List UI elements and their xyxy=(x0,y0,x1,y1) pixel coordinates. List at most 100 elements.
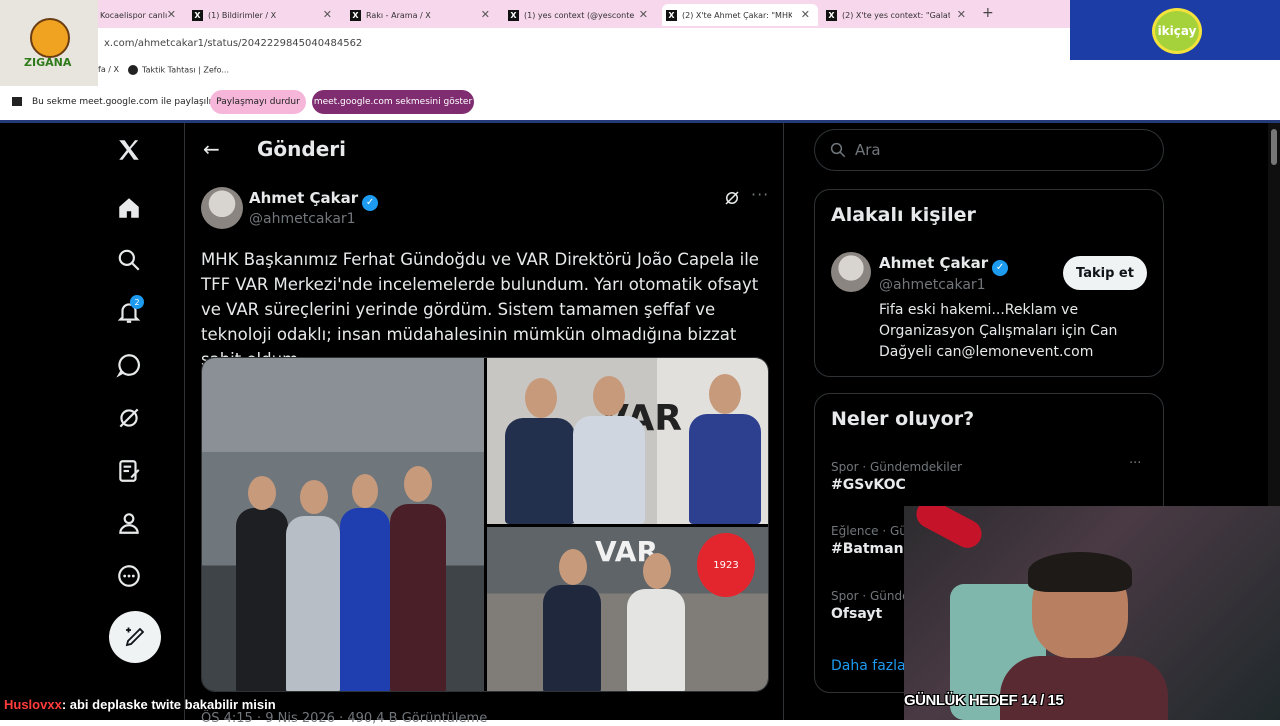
close-icon[interactable]: ✕ xyxy=(957,8,966,21)
bookmark-icon xyxy=(128,65,138,75)
screen-share-icon xyxy=(12,97,22,106)
daily-goal-text: GÜNLÜK HEDEF 14 / 15 xyxy=(904,692,1064,709)
avatar[interactable] xyxy=(201,187,243,229)
more-options-icon[interactable]: ··· xyxy=(1129,456,1141,471)
microphone xyxy=(911,506,987,553)
related-user-bio: Fifa eski hakemi...Reklam ve Organizasyo… xyxy=(879,302,1118,360)
messages-icon[interactable] xyxy=(116,352,142,378)
more-icon[interactable] xyxy=(116,563,142,589)
panel-title: Neler oluyor? xyxy=(831,408,975,430)
post-timestamp[interactable]: ÖS 4:15 · 9 Nis 2026 · 490,4 B Görüntüle… xyxy=(201,711,487,726)
grok-icon[interactable] xyxy=(723,189,741,207)
follow-button[interactable]: Takip et xyxy=(1063,256,1147,290)
streamer-hair xyxy=(1028,552,1132,592)
x-logo-icon: X xyxy=(826,9,837,21)
more-options-icon[interactable]: ··· xyxy=(751,185,769,204)
tff-logo-text: 1923 xyxy=(713,559,739,571)
scrollbar-thumb[interactable] xyxy=(1271,129,1277,165)
trend-name: #Batman xyxy=(831,541,904,557)
search-placeholder: Ara xyxy=(855,141,881,159)
trend-item[interactable]: Spor · Günde Ofsayt xyxy=(831,589,909,622)
search-icon[interactable] xyxy=(116,247,142,273)
tab-label: Kocaelispor canlı xyxy=(100,10,168,20)
new-tab-button[interactable]: + xyxy=(982,5,994,21)
x-logo-icon: X xyxy=(666,9,677,21)
tab-label: (1) Bildirimler / X xyxy=(208,10,277,20)
sponsor-logo: ikiçay xyxy=(1070,0,1280,62)
verified-badge-icon: ✓ xyxy=(362,195,379,211)
trend-category: Spor · Günde xyxy=(831,589,910,603)
author-name-text: Ahmet Çakar xyxy=(249,189,359,207)
related-user-name-text: Ahmet Çakar xyxy=(879,254,989,272)
trend-item[interactable]: Eğlence · Gün #Batman xyxy=(831,524,914,557)
tab-yes-context-galatasaray[interactable]: X (2) X'te yes context: "Galatasaray ✕ xyxy=(822,4,974,26)
search-input[interactable]: Ara xyxy=(814,129,1164,171)
chat-text: : abi deplaske twite bakabilir misin xyxy=(61,697,276,712)
sharing-notice: Bu sekme meet.google.com ile paylaşılıyo… xyxy=(12,97,226,107)
tab-yes-context[interactable]: X (1) yes context (@yescontextfb) ✕ xyxy=(504,4,656,26)
profile-icon[interactable] xyxy=(116,510,142,536)
post-photo-3[interactable]: VAR 1923 xyxy=(487,527,768,691)
post-photos[interactable]: VAR VAR 1923 xyxy=(201,357,769,692)
post-photo-1[interactable] xyxy=(202,358,484,691)
webcam-overlay xyxy=(904,506,1280,720)
close-icon[interactable]: ✕ xyxy=(481,8,490,21)
tab-label: (2) X'te yes context: "Galatasaray xyxy=(842,10,950,20)
tab-sharing-bar: Bu sekme meet.google.com ile paylaşılıyo… xyxy=(0,86,1280,120)
lists-icon[interactable] xyxy=(116,458,142,484)
tab-notifications[interactable]: X (1) Bildirimler / X ✕ xyxy=(188,4,340,26)
x-logo-icon: X xyxy=(192,9,203,21)
author-name[interactable]: Ahmet Çakar ✓ xyxy=(249,189,379,211)
sharing-notice-text: Bu sekme meet.google.com ile paylaşılıyo… xyxy=(32,97,226,107)
address-bar[interactable]: x.com/ahmetcakar1/status/204222984504048… xyxy=(0,30,1070,58)
stop-sharing-button[interactable]: Paylaşmayı durdur xyxy=(210,90,306,114)
x-logo-icon[interactable] xyxy=(116,137,142,163)
bookmark-taktik[interactable]: Taktik Tahtası | Zefo... xyxy=(128,65,229,75)
search-icon xyxy=(830,142,846,158)
back-arrow-icon[interactable]: ← xyxy=(203,137,220,161)
left-nav: 2 xyxy=(0,123,185,720)
show-more-link[interactable]: Daha fazla xyxy=(831,658,906,674)
close-icon[interactable]: ✕ xyxy=(801,8,810,21)
tab-label: (1) yes context (@yescontextfb) xyxy=(524,10,634,20)
post-text: MHK Başkanımız Ferhat Gündoğdu ve VAR Di… xyxy=(201,250,759,369)
tab-raki-search[interactable]: X Rakı - Arama / X ✕ xyxy=(346,4,498,26)
main-column: ← Gönderi Ahmet Çakar ✓ @ahmetcakar1 ··· … xyxy=(184,123,784,726)
related-people-panel: Alakalı kişiler Ahmet Çakar ✓ @ahmetcakar… xyxy=(814,189,1164,377)
tab-kocaelispor[interactable]: Kocaelispor canlı ✕ xyxy=(96,4,184,26)
related-user-name[interactable]: Ahmet Çakar ✓ xyxy=(879,254,1009,276)
close-icon[interactable]: ✕ xyxy=(323,8,332,21)
close-icon[interactable]: ✕ xyxy=(167,8,176,21)
bookmark-label: Taktik Tahtası | Zefo... xyxy=(142,65,229,75)
streamer-shirt xyxy=(1000,656,1168,720)
related-user-handle[interactable]: @ahmetcakar1 xyxy=(879,277,986,293)
avatar[interactable] xyxy=(831,252,871,292)
browser-tab-strip: Kocaelispor canlı ✕ X (1) Bildirimler / … xyxy=(0,0,1070,28)
panel-title: Alakalı kişiler xyxy=(831,204,976,226)
page-title: Gönderi xyxy=(257,137,346,161)
chat-username: Huslovxx xyxy=(4,697,62,712)
trend-category: Eğlence · Gün xyxy=(831,524,915,538)
home-icon[interactable] xyxy=(116,195,142,221)
chat-message: Huslovxx: abi deplaske twite bakabilir m… xyxy=(4,697,276,712)
bookmark-x[interactable]: fa / X xyxy=(98,65,119,74)
post-photo-2[interactable]: VAR xyxy=(487,358,768,524)
url-text[interactable]: x.com/ahmetcakar1/status/204222984504048… xyxy=(104,38,362,49)
compose-post-button[interactable] xyxy=(109,611,161,663)
author-handle[interactable]: @ahmetcakar1 xyxy=(249,211,356,227)
notification-badge: 2 xyxy=(130,295,144,309)
tff-logo: 1923 xyxy=(697,533,755,597)
trend-name: Ofsayt xyxy=(831,606,883,622)
grok-icon[interactable] xyxy=(116,405,142,431)
zigana-logo-text: ZIGANA xyxy=(24,56,72,69)
show-meet-tab-button[interactable]: meet.google.com sekmesini göster xyxy=(312,90,474,114)
x-logo-icon: X xyxy=(350,9,361,21)
sponsor-logo-text: ikiçay xyxy=(1152,8,1202,54)
close-icon[interactable]: ✕ xyxy=(639,8,648,21)
tab-ahmet-cakar-post[interactable]: X (2) X'te Ahmet Çakar: "MHK ✕ xyxy=(662,4,818,26)
tab-label: (2) X'te Ahmet Çakar: "MHK xyxy=(682,10,792,20)
compose-icon xyxy=(125,627,145,647)
trend-category: Spor · Gündemdekiler xyxy=(831,460,963,474)
trend-item[interactable]: Spor · Gündemdekiler #GSvKOC xyxy=(831,460,962,493)
zigana-logo: ZIGANA xyxy=(0,0,98,98)
